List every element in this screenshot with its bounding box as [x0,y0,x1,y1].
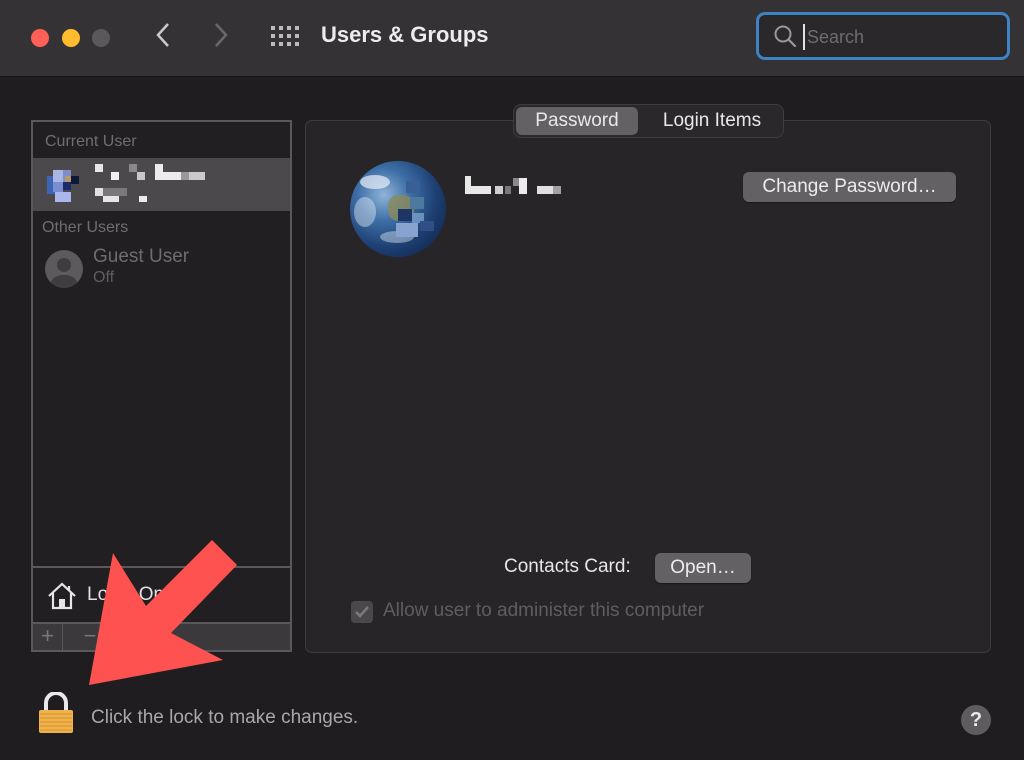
current-user-name-redacted [95,164,225,204]
show-all-grid-icon[interactable] [271,26,299,46]
tab-bar: Password Login Items [513,104,784,138]
current-user-section-label: Current User [45,133,137,150]
lock-status-text: Click the lock to make changes. [91,707,359,728]
back-button[interactable] [154,20,174,58]
login-options-label: Login Options [87,584,205,605]
user-avatar-earth[interactable] [350,161,446,257]
allow-admin-checkbox-row[interactable]: Allow user to administer this computer [351,600,751,624]
chevron-right-icon [215,23,228,47]
allow-admin-label: Allow user to administer this computer [383,600,705,621]
checkmark-icon [355,606,369,618]
tab-password[interactable]: Password [516,107,638,135]
title-bar: Users & Groups [0,0,1024,77]
close-button[interactable] [31,29,49,47]
open-contacts-card-button[interactable]: Open… [655,553,751,583]
add-user-button[interactable]: + [33,624,63,650]
tab-login-items[interactable]: Login Items [642,107,782,135]
sidebar-item-guest-user[interactable]: Guest User Off [45,246,285,290]
window-title: Users & Groups [321,22,489,47]
change-password-button[interactable]: Change Password… [743,172,956,202]
help-button[interactable]: ? [961,705,991,735]
guest-user-status: Off [93,269,115,286]
login-options-item[interactable]: Login Options [47,580,277,612]
sidebar-toolbar: + − [33,622,290,650]
user-full-name-redacted [465,176,605,196]
remove-user-button[interactable]: − [75,624,105,650]
divider [33,566,290,568]
current-user-avatar [43,164,87,206]
home-icon [48,582,76,610]
other-users-section-label: Other Users [42,219,129,236]
zoom-button[interactable] [92,29,110,47]
search-field[interactable] [756,12,1010,60]
search-icon [774,25,797,48]
guest-user-name: Guest User [93,246,190,267]
minimize-button[interactable] [62,29,80,47]
lock-icon[interactable] [38,692,74,734]
guest-avatar-icon [45,250,83,288]
forward-button[interactable] [210,20,230,58]
chevron-left-icon [156,23,169,47]
sidebar-item-current-user[interactable] [33,158,290,211]
contacts-card-label: Contacts Card: [504,556,631,577]
allow-admin-checkbox[interactable] [351,601,373,623]
search-input[interactable] [803,24,993,50]
users-sidebar: Current User Other Users Guest User Off … [31,120,292,652]
